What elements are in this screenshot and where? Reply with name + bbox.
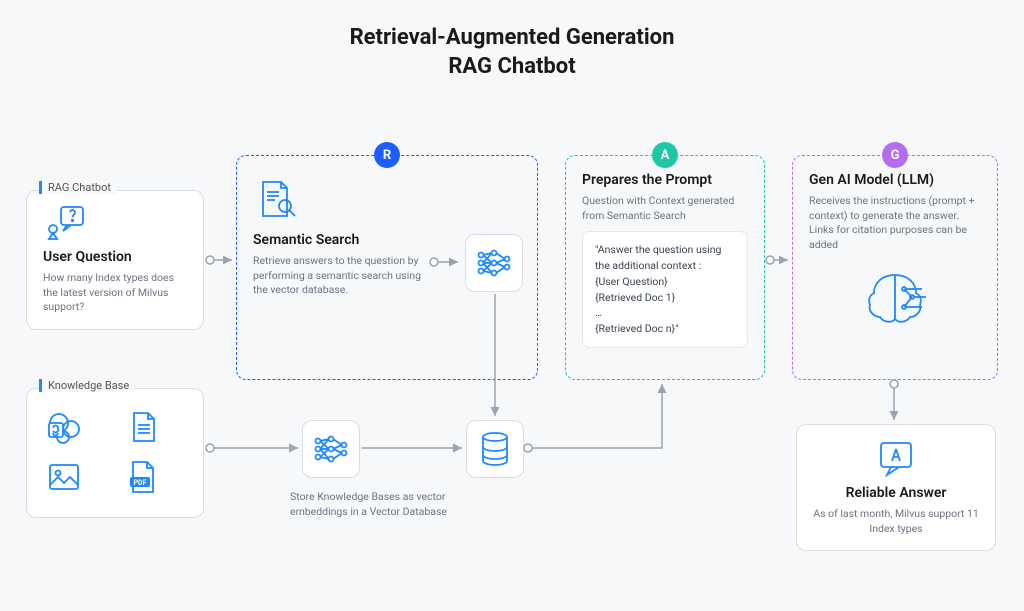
search-document-icon <box>255 178 299 222</box>
augment-title: Prepares the Prompt <box>582 172 748 188</box>
svg-text:PDF: PDF <box>134 479 147 487</box>
pdf-icon: PDF <box>124 459 162 497</box>
generation-badge: G <box>882 142 908 168</box>
neural-icon-box-top <box>465 234 523 292</box>
user-question-box: RAG Chatbot User Question How many Index… <box>26 190 204 330</box>
prompt-line: {User Question} <box>595 274 735 290</box>
document-icon <box>124 409 162 447</box>
prompt-line: {Retrieved Doc 1} <box>595 290 735 306</box>
augment-desc: Question with Context generated from Sem… <box>582 194 748 223</box>
diagram-title: Retrieval-Augmented Generation RAG Chatb… <box>0 0 1024 81</box>
retrieval-box: R Semantic Search Retrieve answers to th… <box>236 155 538 380</box>
image-icon <box>45 459 83 497</box>
embedding-subtext: Store Knowledge Bases as vector embeddin… <box>290 490 455 519</box>
generation-box: G Gen AI Model (LLM) Receives the instru… <box>792 155 998 380</box>
prompt-line: {Retrieved Doc n}" <box>595 321 735 337</box>
answer-title: Reliable Answer <box>813 485 979 501</box>
neural-icon-box-bottom <box>302 420 360 478</box>
generation-title: Gen AI Model (LLM) <box>809 172 981 188</box>
answer-box: Reliable Answer As of last month, Milvus… <box>796 424 996 551</box>
answer-desc: As of last month, Milvus support 11 Inde… <box>813 507 979 536</box>
question-bubble-icon <box>43 205 87 241</box>
prompt-template: "Answer the question using the additiona… <box>582 231 748 348</box>
user-question-label: RAG Chatbot <box>39 181 117 194</box>
neural-network-icon <box>474 243 514 283</box>
knowledge-base-box: Knowledge Base PDF <box>26 388 204 518</box>
generation-desc: Receives the instructions (prompt + cont… <box>809 194 981 253</box>
user-question-desc: How many Index types does the latest ver… <box>43 271 187 315</box>
neural-network-icon <box>311 429 351 469</box>
answer-bubble-icon <box>875 439 917 477</box>
augment-box: A Prepares the Prompt Question with Cont… <box>565 155 765 380</box>
title-line-1: Retrieval-Augmented Generation <box>0 24 1024 53</box>
knowledge-base-label: Knowledge Base <box>39 379 135 392</box>
retrieval-desc: Retrieve answers to the question by perf… <box>253 254 433 298</box>
ai-brain-icon <box>860 269 930 329</box>
prompt-line: "Answer the question using the additiona… <box>595 242 735 274</box>
sharepoint-icon <box>45 409 83 447</box>
database-icon <box>477 429 513 469</box>
database-icon-box <box>466 420 524 478</box>
user-question-title: User Question <box>43 249 187 265</box>
title-line-2: RAG Chatbot <box>0 53 1024 82</box>
prompt-line: … <box>595 305 735 321</box>
retrieval-badge: R <box>374 142 400 168</box>
augment-badge: A <box>652 142 678 168</box>
